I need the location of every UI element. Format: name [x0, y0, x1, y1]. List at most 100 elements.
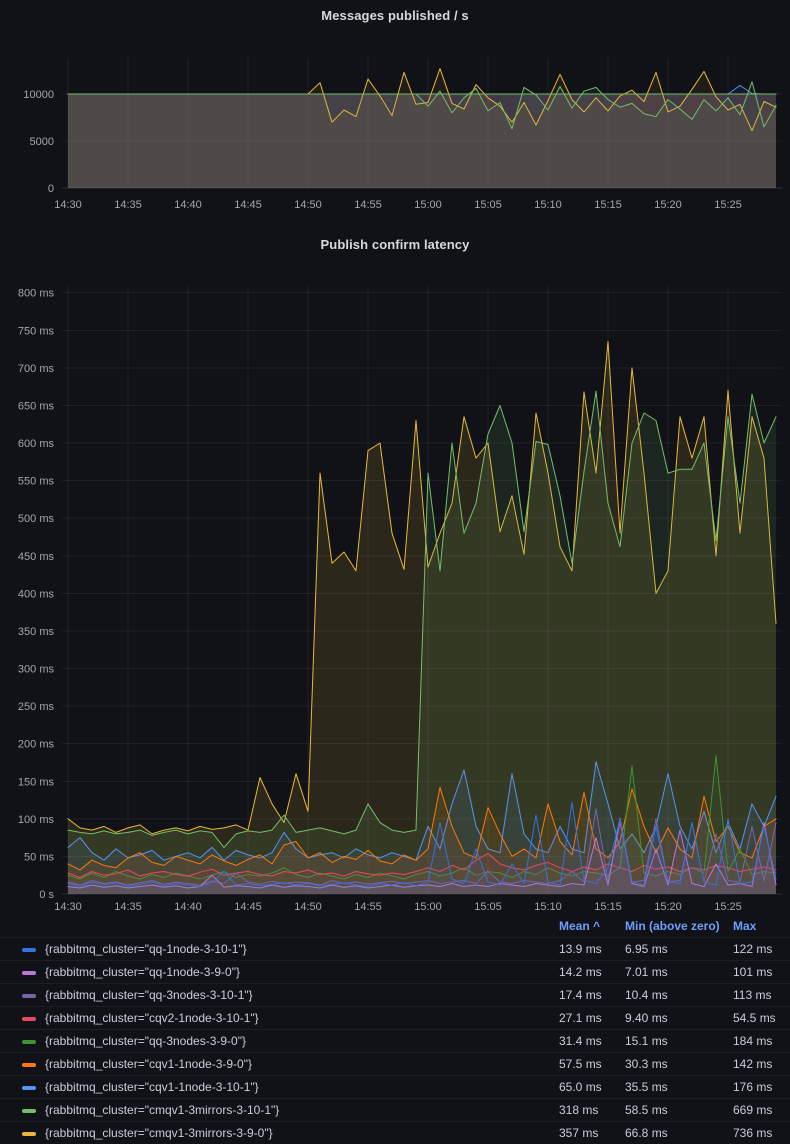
legend-mean-value: 318 ms [559, 1103, 598, 1117]
legend-max-value: 142 ms [733, 1057, 772, 1071]
legend-min-value: 66.8 ms [625, 1126, 668, 1140]
svg-text:15:20: 15:20 [654, 901, 682, 913]
grafana-dashboard: Messages published / s 14:3014:3514:4014… [0, 0, 790, 1144]
legend-series-label[interactable]: {rabbitmq_cluster="cqv1-1node-3-9-0"} [45, 1057, 252, 1071]
svg-text:100 ms: 100 ms [18, 814, 55, 826]
svg-text:750 ms: 750 ms [18, 325, 55, 337]
series-color-swatch[interactable] [22, 971, 36, 975]
legend-min-value: 6.95 ms [625, 942, 668, 956]
svg-text:150 ms: 150 ms [18, 776, 55, 788]
svg-text:15:05: 15:05 [474, 901, 502, 913]
svg-text:15:25: 15:25 [714, 901, 742, 913]
svg-text:800 ms: 800 ms [18, 288, 55, 300]
svg-text:550 ms: 550 ms [18, 476, 55, 488]
svg-text:10000: 10000 [23, 89, 54, 101]
legend-max-value: 669 ms [733, 1103, 772, 1117]
legend-row: {rabbitmq_cluster="cqv2-1node-3-10-1"} 27… [0, 1006, 790, 1029]
svg-text:14:45: 14:45 [234, 901, 262, 913]
series-line-cqv1-1node-3-10-1 [68, 86, 776, 95]
series-color-swatch[interactable] [22, 1040, 36, 1044]
svg-text:300 ms: 300 ms [18, 664, 55, 676]
legend-mean-value: 357 ms [559, 1126, 598, 1140]
svg-text:15:05: 15:05 [474, 199, 502, 211]
legend-max-value: 122 ms [733, 942, 772, 956]
svg-text:14:45: 14:45 [234, 199, 262, 211]
legend-col-min[interactable]: Min (above zero) [625, 919, 720, 933]
legend-max-value: 113 ms [733, 988, 771, 1002]
svg-text:15:25: 15:25 [714, 199, 742, 211]
svg-text:200 ms: 200 ms [18, 739, 55, 751]
legend-series-label[interactable]: {rabbitmq_cluster="qq-1node-3-9-0"} [45, 965, 240, 979]
legend-row: {rabbitmq_cluster="cmqv1-3mirrors-3-10-1… [0, 1098, 790, 1121]
svg-text:15:10: 15:10 [534, 901, 562, 913]
svg-text:15:20: 15:20 [654, 199, 682, 211]
legend-mean-value: 27.1 ms [559, 1011, 602, 1025]
legend-series-label[interactable]: {rabbitmq_cluster="qq-1node-3-10-1"} [45, 942, 247, 956]
legend-max-value: 176 ms [733, 1080, 772, 1094]
series-color-swatch[interactable] [22, 1086, 36, 1090]
svg-text:50 ms: 50 ms [24, 851, 54, 863]
legend-row: {rabbitmq_cluster="qq-1node-3-9-0"} 14.2 … [0, 960, 790, 983]
svg-text:5000: 5000 [30, 136, 54, 148]
legend-min-value: 35.5 ms [625, 1080, 668, 1094]
svg-text:14:40: 14:40 [174, 901, 202, 913]
legend-max-value: 736 ms [733, 1126, 772, 1140]
legend-max-value: 184 ms [733, 1034, 772, 1048]
svg-text:350 ms: 350 ms [18, 626, 55, 638]
legend-header: Mean ^ Min (above zero) Max [0, 916, 790, 937]
svg-text:14:30: 14:30 [54, 901, 82, 913]
legend-row: {rabbitmq_cluster="cqv1-1node-3-9-0"} 57.… [0, 1052, 790, 1075]
legend-col-mean[interactable]: Mean ^ [559, 919, 600, 933]
svg-text:600 ms: 600 ms [18, 438, 55, 450]
series-color-swatch[interactable] [22, 1109, 36, 1113]
svg-text:14:50: 14:50 [294, 901, 322, 913]
svg-text:14:40: 14:40 [174, 199, 202, 211]
messages-published-chart[interactable]: 14:30 14:35 14:40 14:45 14:50 14:55 15:00 15:05… [0, 0, 790, 222]
legend-min-value: 30.3 ms [625, 1057, 668, 1071]
publish-confirm-latency-chart[interactable]: 14:30 14:35 14:40 14:45 14:50 14:55 15:00 15:05… [0, 260, 790, 916]
series-color-swatch[interactable] [22, 1017, 36, 1021]
svg-text:15:15: 15:15 [594, 199, 622, 211]
legend-min-value: 9.40 ms [625, 1011, 668, 1025]
legend-series-label[interactable]: {rabbitmq_cluster="cqv2-1node-3-10-1"} [45, 1011, 259, 1025]
legend-mean-value: 57.5 ms [559, 1057, 602, 1071]
legend-series-label[interactable]: {rabbitmq_cluster="cqv1-1node-3-10-1"} [45, 1080, 259, 1094]
legend-col-max[interactable]: Max [733, 919, 756, 933]
svg-text:250 ms: 250 ms [18, 701, 55, 713]
svg-text:14:35: 14:35 [114, 901, 142, 913]
svg-text:14:50: 14:50 [294, 199, 322, 211]
series-area-qq-3nodes-3-9-0 [68, 94, 776, 188]
legend-row: {rabbitmq_cluster="qq-1node-3-10-1"}13.9… [0, 937, 790, 960]
legend-series-label[interactable]: {rabbitmq_cluster="cmqv1-3mirrors-3-10-1… [45, 1103, 279, 1117]
svg-text:700 ms: 700 ms [18, 363, 55, 375]
svg-text:15:15: 15:15 [594, 901, 622, 913]
svg-text:14:30: 14:30 [54, 199, 82, 211]
legend-min-value: 10.4 ms [625, 988, 668, 1002]
svg-text:14:55: 14:55 [354, 901, 382, 913]
series-color-swatch[interactable] [22, 994, 36, 998]
legend-max-value: 54.5 ms [733, 1011, 776, 1025]
series-color-swatch[interactable] [22, 1132, 36, 1136]
legend-mean-value: 17.4 ms [559, 988, 602, 1002]
legend-min-value: 58.5 ms [625, 1103, 668, 1117]
legend-series-label[interactable]: {rabbitmq_cluster="cmqv1-3mirrors-3-9-0"… [45, 1126, 273, 1140]
svg-text:15:10: 15:10 [534, 199, 562, 211]
svg-text:15:00: 15:00 [414, 901, 442, 913]
svg-text:14:55: 14:55 [354, 199, 382, 211]
legend-row: {rabbitmq_cluster="qq-3nodes-3-9-0"} 31.4… [0, 1029, 790, 1052]
series-color-swatch[interactable] [22, 948, 36, 952]
legend-table: Mean ^ Min (above zero) Max {rabbitmq_cl… [0, 916, 790, 1144]
panel-title-publish-confirm-latency[interactable]: Publish confirm latency [0, 237, 790, 252]
svg-text:450 ms: 450 ms [18, 551, 55, 563]
series-color-swatch[interactable] [22, 1063, 36, 1067]
svg-text:14:35: 14:35 [114, 199, 142, 211]
svg-text:0 s: 0 s [39, 889, 54, 901]
legend-series-label[interactable]: {rabbitmq_cluster="qq-3nodes-3-10-1"} [45, 988, 253, 1002]
legend-mean-value: 31.4 ms [559, 1034, 602, 1048]
legend-min-value: 15.1 ms [625, 1034, 668, 1048]
legend-row: {rabbitmq_cluster="cmqv1-3mirrors-3-9-0"… [0, 1121, 790, 1144]
legend-series-label[interactable]: {rabbitmq_cluster="qq-3nodes-3-9-0"} [45, 1034, 246, 1048]
svg-text:500 ms: 500 ms [18, 513, 55, 525]
legend-mean-value: 14.2 ms [559, 965, 602, 979]
svg-text:15:00: 15:00 [414, 199, 442, 211]
